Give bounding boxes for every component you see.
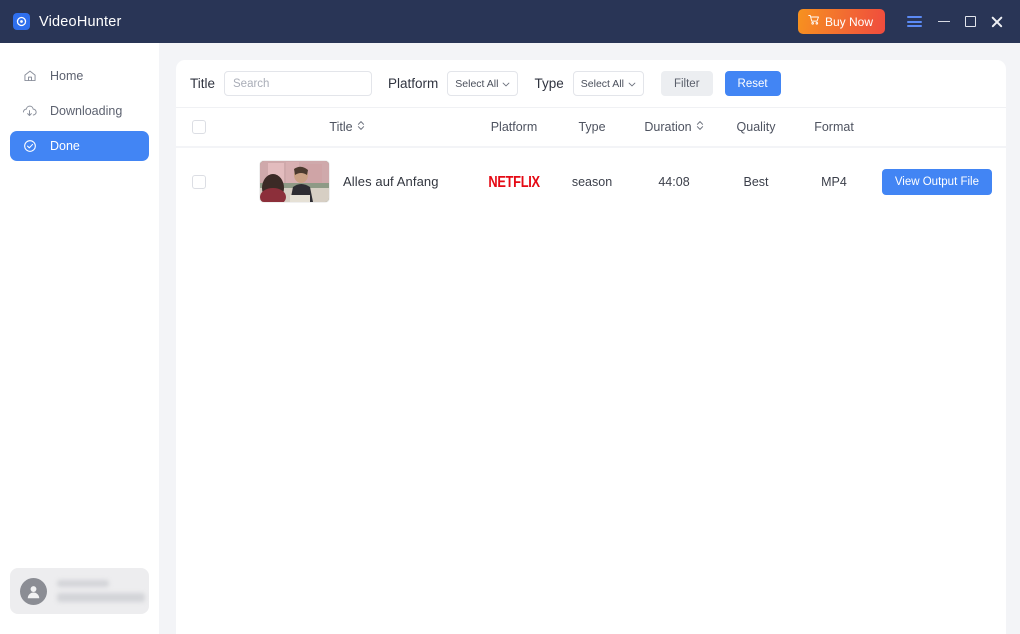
sidebar-item-downloading[interactable]: Downloading [10,96,149,126]
select-all-checkbox-cell [176,120,222,134]
header-platform-cell: Platform [472,120,556,134]
type-select-value: Select All [580,77,624,90]
target-logo-icon [13,13,30,30]
maximize-icon[interactable] [957,9,983,35]
minimize-icon[interactable] [931,9,957,35]
column-header-title[interactable]: Title [329,120,364,134]
title-filter-label: Title [190,76,216,91]
row-checkbox[interactable] [192,174,206,189]
user-avatar-icon [20,577,47,605]
account-name-redacted [57,580,109,587]
home-icon [22,69,37,84]
view-output-file-button[interactable]: View Output File [881,168,992,195]
column-header-type: Type [578,120,606,134]
window-controls: Buy Now [797,9,1020,35]
app-brand: VideoHunter [13,13,122,30]
chevron-down-icon [502,78,510,90]
table-header-row: Title Platform Type Duration Quality For… [176,107,1006,146]
table-row[interactable]: Alles auf Anfang NETFLIX season 44:08 Be… [176,148,1006,215]
sidebar-item-home[interactable]: Home [10,61,149,91]
buy-now-label: Buy Now [824,14,873,29]
filter-button[interactable]: Filter [660,71,713,96]
row-type-cell: season [556,175,628,189]
header-type-cell: Type [556,120,628,134]
row-type: season [571,174,613,189]
row-title: Alles auf Anfang [343,174,439,189]
sidebar-item-done[interactable]: Done [10,131,149,161]
row-duration-cell: 44:08 [628,175,720,189]
select-all-checkbox[interactable] [192,120,206,134]
app-window: VideoHunter Buy Now Home Downloading Don… [0,0,1020,634]
sidebar-item-label: Home [50,69,84,83]
filter-and-header-panel: Title Platform Select All Type Select Al… [176,60,1006,146]
account-email-redacted [57,593,145,602]
video-thumbnail [260,161,329,202]
header-quality-cell: Quality [720,120,792,134]
netflix-logo: NETFLIX [488,172,540,191]
hamburger-menu-icon[interactable] [901,9,927,35]
sidebar-item-label: Downloading [50,104,123,118]
type-filter-label: Type [534,76,564,91]
row-quality-cell: Best [720,175,792,189]
search-input[interactable] [224,71,373,96]
account-info-redacted [57,580,145,602]
column-header-duration[interactable]: Duration [644,120,703,134]
sidebar: Home Downloading Done [0,43,159,634]
download-cloud-icon [22,104,37,119]
platform-filter-label: Platform [388,76,439,91]
header-title-cell: Title [222,120,472,134]
reset-button[interactable]: Reset [724,71,781,96]
column-header-quality: Quality [736,120,776,134]
close-icon[interactable] [983,9,1009,35]
filter-bar: Title Platform Select All Type Select Al… [176,60,1006,107]
main-content: Title Platform Select All Type Select Al… [159,43,1020,634]
shopping-cart-icon [808,14,820,29]
sort-arrows-icon [696,120,704,134]
row-checkbox-cell [176,174,222,189]
row-format: MP4 [821,174,847,189]
row-quality: Best [743,174,769,189]
platform-select-value: Select All [455,77,499,90]
title-bar: VideoHunter Buy Now [0,0,1020,43]
header-format-cell: Format [792,120,876,134]
column-header-format: Format [814,120,854,134]
row-action-cell: View Output File [876,168,1006,195]
row-duration: 44:08 [658,174,690,189]
header-duration-cell: Duration [628,120,720,134]
column-header-platform: Platform [490,120,538,134]
app-title: VideoHunter [39,13,122,30]
row-title-cell: Alles auf Anfang [222,161,472,202]
chevron-down-icon [628,78,636,90]
platform-select[interactable]: Select All [447,71,519,96]
row-platform-cell: NETFLIX [472,172,556,191]
account-card[interactable] [10,568,149,614]
buy-now-button[interactable]: Buy Now [797,9,885,34]
column-header-duration-label: Duration [644,120,692,134]
sidebar-item-label: Done [50,139,80,153]
sort-arrows-icon [357,120,365,134]
download-list-panel: Alles auf Anfang NETFLIX season 44:08 Be… [176,148,1006,634]
sidebar-nav: Home Downloading Done [0,43,159,161]
row-format-cell: MP4 [792,175,876,189]
check-circle-icon [22,139,37,154]
type-select[interactable]: Select All [572,71,644,96]
column-header-title-label: Title [329,120,353,134]
